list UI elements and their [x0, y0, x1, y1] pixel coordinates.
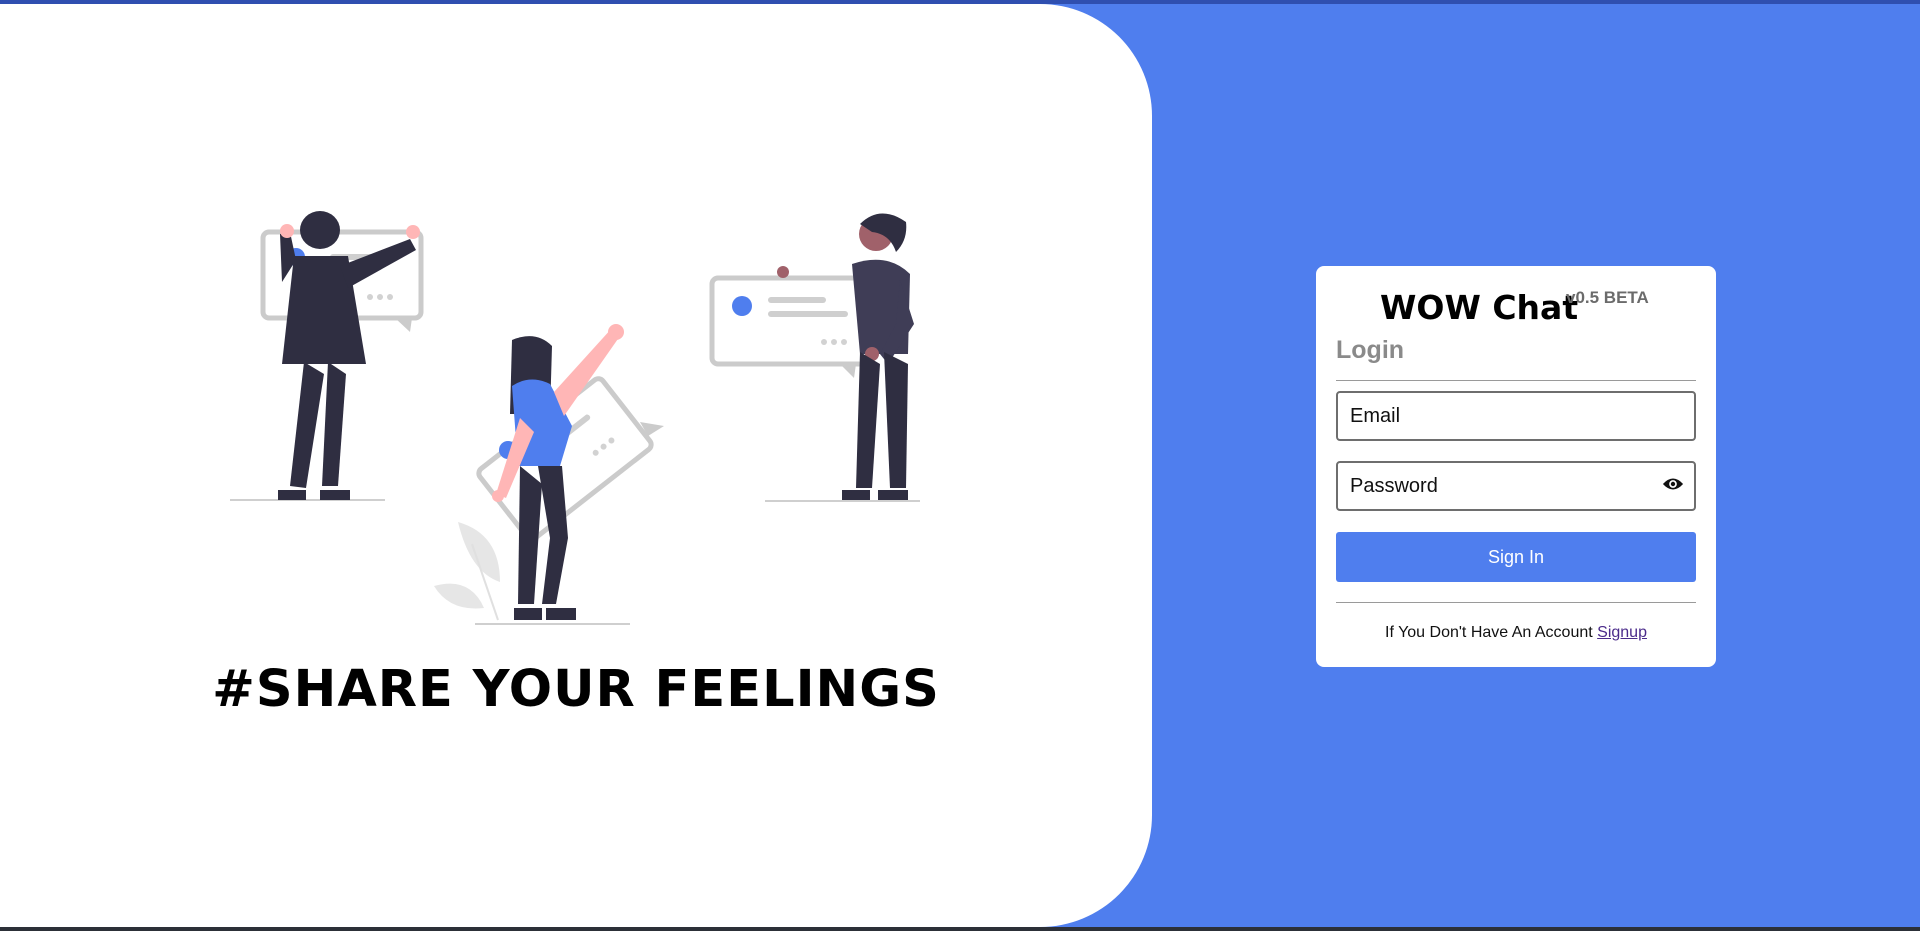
- eye-icon[interactable]: [1662, 475, 1684, 493]
- email-input[interactable]: [1348, 403, 1652, 429]
- signup-link[interactable]: Signup: [1597, 624, 1647, 641]
- password-field[interactable]: [1336, 461, 1696, 511]
- login-heading: Login: [1336, 336, 1405, 364]
- password-input[interactable]: [1348, 473, 1652, 499]
- people-with-chat-bubbles-illustration: [230, 211, 920, 625]
- signup-prompt: If You Don't Have An Account: [1385, 624, 1593, 641]
- signup-row: If You Don't Have An Account Signup: [1316, 624, 1716, 642]
- login-card: WOW Chat v0.5 BETA Login Sign In If You …: [1316, 266, 1716, 667]
- divider-top: [1336, 380, 1696, 381]
- brand-title: WOW Chat: [1380, 288, 1579, 327]
- bottom-strip: [0, 927, 1920, 931]
- divider-bottom: [1336, 602, 1696, 603]
- hero-tagline: #SHARE YOUR FEELINGS: [212, 660, 940, 719]
- hero-panel: #SHARE YOUR FEELINGS: [0, 4, 1152, 927]
- version-badge: v0.5 BETA: [1566, 288, 1649, 307]
- sign-in-button[interactable]: Sign In: [1336, 532, 1696, 582]
- email-field[interactable]: [1336, 391, 1696, 441]
- brand: WOW Chat: [1380, 288, 1578, 336]
